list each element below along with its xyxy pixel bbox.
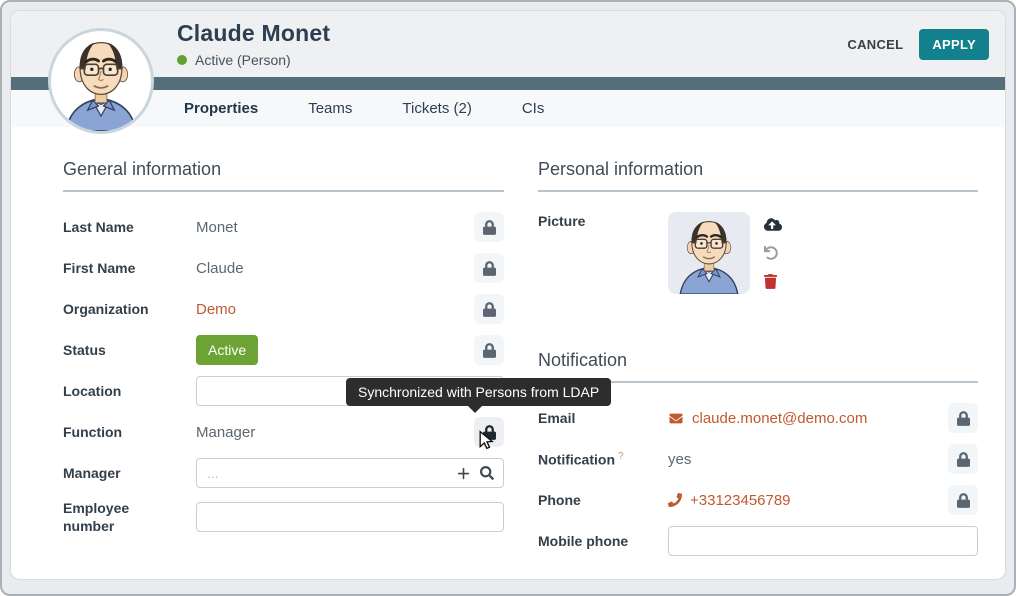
lock-icon[interactable] — [474, 253, 504, 283]
organization-label: Organization — [63, 300, 196, 318]
phone-link[interactable]: +33123456789 — [690, 492, 791, 509]
notification-label: Notification? — [538, 450, 668, 469]
notification-value: yes — [668, 451, 691, 468]
function-value: Manager — [196, 424, 255, 441]
email-label: Email — [538, 409, 668, 427]
tab-bar: Properties Teams Tickets (2) CIs — [11, 90, 1005, 127]
properties-panel: General information Last Name Monet Firs… — [11, 127, 1005, 567]
section-heading-general: General information — [63, 159, 504, 192]
mobile-phone-label: Mobile phone — [538, 532, 668, 550]
apply-button[interactable]: APPLY — [919, 29, 989, 60]
first-name-value: Claude — [196, 260, 244, 277]
field-row-employee-number: Employee number — [63, 499, 504, 535]
header-text: Claude Monet Active (Person) — [177, 20, 330, 68]
personal-information-section: Personal information Picture — [538, 159, 978, 294]
field-row-manager: Manager — [63, 458, 504, 488]
tab-properties[interactable]: Properties — [184, 100, 258, 117]
last-name-label: Last Name — [63, 218, 196, 236]
toolbar-divider-bar — [11, 77, 1005, 90]
phone-icon — [668, 493, 682, 507]
field-row-status: Status Active — [63, 335, 504, 365]
general-information-section: General information Last Name Monet Firs… — [63, 159, 504, 567]
lock-icon[interactable] — [474, 212, 504, 242]
field-row-notification: Notification? yes — [538, 444, 978, 474]
field-row-email: Email claude.monet@demo.com — [538, 403, 978, 433]
phone-label: Phone — [538, 491, 668, 509]
lock-icon[interactable] — [948, 485, 978, 515]
cloud-upload-icon[interactable] — [764, 217, 782, 232]
tab-tickets[interactable]: Tickets (2) — [402, 100, 471, 117]
lock-tooltip: Synchronized with Persons from LDAP — [346, 378, 611, 406]
profile-picture — [668, 212, 750, 294]
header-avatar — [48, 28, 154, 134]
employee-number-label: Employee number — [63, 499, 183, 535]
envelope-icon — [668, 412, 684, 425]
lock-icon[interactable] — [474, 335, 504, 365]
app-window: Claude Monet Active (Person) CANCEL APPL… — [0, 0, 1016, 596]
field-row-organization: Organization Demo — [63, 294, 504, 324]
status-badge: Active — [196, 335, 258, 365]
first-name-label: First Name — [63, 259, 196, 277]
page-title: Claude Monet — [177, 20, 330, 47]
search-icon[interactable] — [480, 466, 494, 480]
plus-icon[interactable] — [457, 467, 470, 480]
field-row-mobile-phone: Mobile phone — [538, 526, 978, 556]
organization-link[interactable]: Demo — [196, 301, 236, 318]
lock-icon[interactable] — [948, 444, 978, 474]
function-label: Function — [63, 423, 196, 441]
lock-icon[interactable] — [474, 294, 504, 324]
object-header: Claude Monet Active (Person) CANCEL APPL… — [11, 11, 1005, 77]
lock-icon[interactable] — [948, 403, 978, 433]
field-row-picture: Picture — [538, 212, 978, 294]
picture-label: Picture — [538, 212, 668, 230]
email-link[interactable]: claude.monet@demo.com — [692, 410, 867, 427]
header-actions: CANCEL APPLY — [847, 29, 989, 60]
tab-teams[interactable]: Teams — [308, 100, 352, 117]
field-row-first-name: First Name Claude — [63, 253, 504, 283]
location-label: Location — [63, 382, 196, 400]
undo-icon[interactable] — [764, 246, 782, 260]
right-column: Personal information Picture — [538, 159, 978, 567]
tab-cis[interactable]: CIs — [522, 100, 545, 117]
help-icon[interactable]: ? — [618, 451, 624, 462]
mobile-phone-input[interactable] — [668, 526, 978, 556]
cursor-icon — [476, 430, 496, 455]
cancel-button[interactable]: CANCEL — [847, 37, 903, 52]
section-heading-personal: Personal information — [538, 159, 978, 192]
employee-number-input[interactable] — [196, 502, 504, 532]
object-status: Active (Person) — [195, 52, 291, 68]
field-row-last-name: Last Name Monet — [63, 212, 504, 242]
object-status-line: Active (Person) — [177, 52, 330, 68]
status-label: Status — [63, 341, 196, 359]
person-detail-card: Claude Monet Active (Person) CANCEL APPL… — [10, 10, 1006, 580]
last-name-value: Monet — [196, 219, 238, 236]
status-dot-icon — [177, 55, 187, 65]
picture-actions — [764, 212, 782, 289]
manager-label: Manager — [63, 464, 196, 482]
field-row-function: Function Manager — [63, 417, 504, 447]
field-row-phone: Phone +33123456789 — [538, 485, 978, 515]
trash-icon[interactable] — [764, 274, 782, 289]
